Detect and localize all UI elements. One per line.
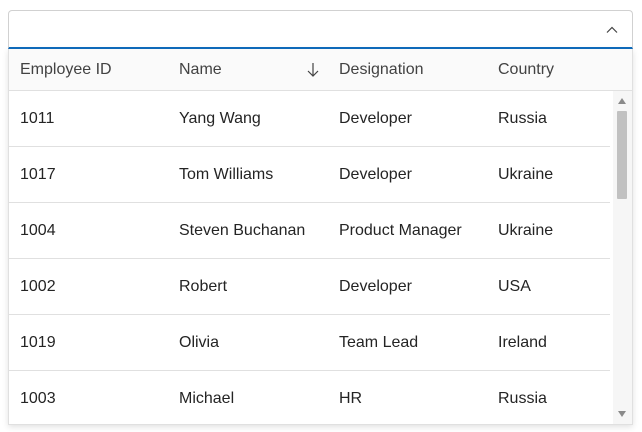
cell-name: Tom Williams bbox=[179, 166, 274, 183]
cell-name: Robert bbox=[179, 278, 228, 295]
cell-employee-id: 1004 bbox=[20, 222, 56, 239]
cell-designation: Team Lead bbox=[339, 334, 419, 351]
cell-employee-id: 1017 bbox=[20, 166, 56, 183]
combobox-input[interactable] bbox=[19, 17, 583, 43]
cell-country: Ukraine bbox=[498, 222, 554, 239]
cell-name: Steven Buchanan bbox=[179, 222, 306, 239]
cell-country: Ireland bbox=[498, 334, 547, 351]
cell-designation: Developer bbox=[339, 278, 412, 295]
combobox-field[interactable] bbox=[8, 10, 633, 49]
cell-country: USA bbox=[498, 278, 531, 295]
table-row[interactable]: 1002 Robert Developer USA bbox=[9, 259, 610, 315]
cell-name: Michael bbox=[179, 390, 235, 407]
scrollbar-thumb[interactable] bbox=[617, 111, 627, 199]
column-header-name[interactable]: Name bbox=[179, 49, 222, 90]
cell-employee-id: 1011 bbox=[20, 110, 55, 127]
multicolumn-combobox: Employee ID Name Designation Country 101… bbox=[8, 10, 633, 425]
scroll-down-arrow-icon[interactable] bbox=[618, 411, 626, 417]
table-row[interactable]: 1017 Tom Williams Developer Ukraine bbox=[9, 147, 610, 203]
cell-designation: HR bbox=[339, 390, 363, 407]
cell-employee-id: 1002 bbox=[20, 278, 56, 295]
scroll-up-arrow-icon[interactable] bbox=[618, 98, 626, 104]
cell-employee-id: 1003 bbox=[20, 390, 56, 407]
arrow-down-icon bbox=[307, 63, 319, 77]
grid-header: Employee ID Name Designation Country bbox=[9, 49, 632, 91]
cell-country: Russia bbox=[498, 110, 547, 127]
table-row[interactable]: 1003 Michael HR Russia bbox=[9, 371, 610, 424]
cell-employee-id: 1019 bbox=[20, 334, 56, 351]
column-header-employee-id[interactable]: Employee ID bbox=[20, 49, 112, 90]
chevron-up-icon[interactable] bbox=[604, 22, 620, 38]
cell-name: Yang Wang bbox=[179, 110, 261, 127]
cell-country: Ukraine bbox=[498, 166, 554, 183]
cell-name: Olivia bbox=[179, 334, 220, 351]
vertical-scrollbar[interactable] bbox=[613, 91, 632, 424]
cell-designation: Developer bbox=[339, 166, 412, 183]
cell-country: Russia bbox=[498, 390, 547, 407]
table-row[interactable]: 1004 Steven Buchanan Product Manager Ukr… bbox=[9, 203, 610, 259]
table-row[interactable]: 1019 Olivia Team Lead Ireland bbox=[9, 315, 610, 371]
dropdown-popup: Employee ID Name Designation Country 101… bbox=[8, 49, 633, 425]
column-header-designation[interactable]: Designation bbox=[339, 49, 424, 90]
column-header-country[interactable]: Country bbox=[498, 49, 554, 90]
cell-designation: Product Manager bbox=[339, 222, 462, 239]
table-row[interactable]: 1011 Yang Wang Developer Russia bbox=[9, 91, 610, 147]
cell-designation: Developer bbox=[339, 110, 412, 127]
grid-body: 1011 Yang Wang Developer Russia 1017 Tom… bbox=[9, 91, 613, 424]
